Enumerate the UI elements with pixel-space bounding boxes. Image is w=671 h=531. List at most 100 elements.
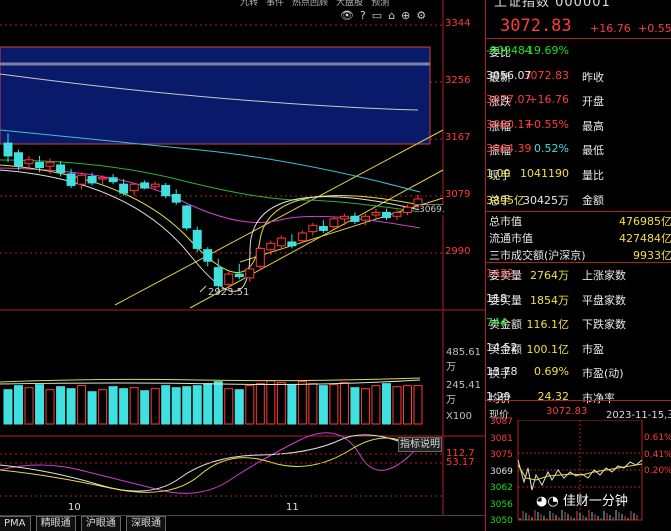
indicator-axis-label: 53.17 <box>446 457 475 468</box>
tab-huyantong[interactable]: 沪眼通 <box>80 516 121 531</box>
candle-body <box>381 211 391 219</box>
watermark-text: 佳财一分钟 <box>562 494 628 509</box>
candle-body <box>318 226 328 231</box>
candle-body <box>119 183 129 194</box>
mini-date: 2023-11-15,三 <box>606 410 671 421</box>
quote-label: 最高 <box>582 119 604 133</box>
volume-bar <box>381 383 391 425</box>
mini-price-value: 3072.83 <box>546 406 588 417</box>
candle-body <box>24 159 34 165</box>
market-value: 9933亿 <box>633 249 671 262</box>
candle-body <box>203 249 213 262</box>
volume-bar <box>182 386 192 425</box>
quote-label: 最低 <box>582 144 604 158</box>
last-price-annotation: 3069. <box>419 205 445 215</box>
quote-value: 1.00 <box>486 167 511 180</box>
toolbar-tab[interactable]: 预测 <box>371 0 389 8</box>
mini-y-label: 3087 <box>490 417 513 427</box>
volume-bar <box>3 389 13 425</box>
candle-body <box>402 206 412 213</box>
quote-row: 涨跌 +16.76 开盘 3077.07 <box>486 88 671 112</box>
volume-bar <box>192 385 202 425</box>
volume-bar <box>45 389 55 425</box>
tab-jingyantong[interactable]: 精眼通 <box>35 516 76 531</box>
candle-body <box>108 177 118 183</box>
toolbar-icons[interactable]: 👁?▭⌂⊕⚙ <box>340 9 432 23</box>
mini-y-label: 0.20% <box>644 466 671 476</box>
volume-bar <box>234 389 244 425</box>
volume-bar <box>297 381 307 425</box>
quote-row: 涨幅 +0.55% 最高 3080.17 <box>486 113 671 137</box>
indicator-tabs[interactable]: PMA 精眼通 沪眼通 深眼通 <box>0 515 485 531</box>
market-row: 总市值 476985亿 <box>486 208 671 228</box>
volume-bar <box>87 391 97 425</box>
quote-label: 市净率 <box>582 392 615 405</box>
mini-y-label: 3081 <box>490 433 513 444</box>
volume-bar <box>413 385 423 425</box>
date-label: 10 <box>68 502 81 513</box>
candle-body <box>87 175 97 184</box>
quote-value: 1041190 <box>520 167 569 180</box>
quote-value: -909484 <box>486 44 532 57</box>
quote-label: 开盘 <box>582 95 604 109</box>
toolbar-tab[interactable]: 事件 <box>266 0 284 8</box>
volume-bar <box>224 388 234 425</box>
toolbar-tabs[interactable]: 九转 事件 热点回顾 大盘股 预测 <box>240 0 440 8</box>
candle-body <box>371 211 381 216</box>
toolbar-tab[interactable]: 九转 <box>240 0 258 8</box>
quote-row: 最新 3072.83 昨收 3056.07 <box>486 64 671 88</box>
mini-y-label: 3062 <box>490 483 513 493</box>
current-price: 3072.83 <box>500 16 572 36</box>
toolbar-tab[interactable]: 大盘股 <box>336 0 363 8</box>
quote-value: 1854万 <box>530 293 569 307</box>
quote-row: 总手 30425万 金额 3895亿 <box>486 187 671 211</box>
candle-body <box>339 215 349 220</box>
tab-pma[interactable]: PMA <box>0 516 31 531</box>
quote-value: 1.29 <box>486 390 511 403</box>
volume-bar <box>287 384 297 425</box>
quote-value: 24.32 <box>537 390 570 403</box>
price-axis-label: 3079 <box>445 189 471 200</box>
quote-value: 3080.17 <box>486 117 532 131</box>
tab-shenyantong[interactable]: 深眼通 <box>126 516 167 531</box>
candle-body <box>45 161 55 167</box>
quote-label: 下跌家数 <box>582 318 626 332</box>
index-title: 上证指数 000001 <box>494 0 611 10</box>
candle-body <box>98 177 108 180</box>
mini-y-label: 0.61% <box>644 433 671 443</box>
candle-body <box>308 224 318 233</box>
market-row: 流通市值 427484亿 <box>486 225 671 245</box>
toolbar-tab[interactable]: 热点回顾 <box>292 0 328 8</box>
mini-y-label: 3069 <box>490 466 513 477</box>
volume-bar <box>266 380 276 425</box>
quote-row: 现手 1041190 量比 1.00 <box>486 162 671 186</box>
ma-white-line <box>0 169 421 292</box>
intraday-mini-chart[interactable]: 现价 3072.83 2023-11-15,三 3087 3081 3075 3069… <box>486 406 671 531</box>
candle-body <box>360 215 370 221</box>
mini-y-label: 3075 <box>490 450 513 460</box>
price-change: +16.76 <box>590 22 631 35</box>
quote-value: 3064.39 <box>486 142 532 156</box>
indicator-help-button[interactable]: 指标说明 <box>398 437 442 452</box>
candle-body <box>234 273 244 278</box>
candle-body <box>213 267 223 287</box>
volume-bar <box>161 385 171 425</box>
price-change-pct: +0.55% <box>638 22 671 35</box>
quote-row: 委比 -19.69% -909484 <box>486 39 671 63</box>
volume-axis-label: 485.61万 <box>446 347 481 373</box>
volume-bar <box>140 390 150 425</box>
quote-value: 3895亿 <box>486 193 525 207</box>
candle-body <box>140 182 150 189</box>
quote-value: 30425万 <box>523 193 569 207</box>
volume-bar <box>329 384 339 425</box>
candle-body <box>150 183 160 188</box>
range-box <box>0 46 431 145</box>
candle-body <box>297 232 307 242</box>
candle-body <box>56 164 66 174</box>
kline-chart-area[interactable]: 九转 事件 热点回顾 大盘股 预测 👁?▭⌂⊕⚙ 3344 3256 3167 3079… <box>0 0 485 531</box>
candle-body <box>3 142 13 157</box>
date-label: 11 <box>286 502 299 513</box>
volume-axis-label: X100 <box>446 411 472 422</box>
volume-bar <box>402 385 412 425</box>
low-marker-line <box>199 285 207 293</box>
